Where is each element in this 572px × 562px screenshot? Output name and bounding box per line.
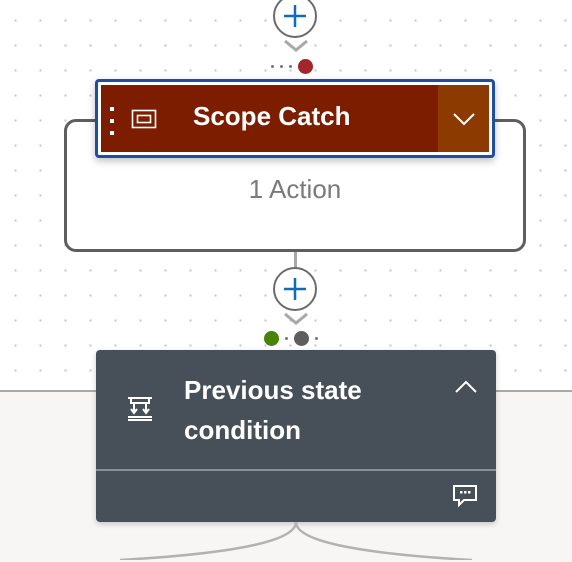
chevron-down-icon [452, 112, 475, 125]
condition-icon [128, 397, 152, 421]
condition-card[interactable]: Previous state condition [96, 350, 496, 522]
scope-action-count: 1 Action [248, 174, 342, 204]
arrow-down-icon [284, 312, 308, 325]
scope-card[interactable]: Scope Catch [95, 79, 495, 158]
add-action-button-middle[interactable] [273, 267, 317, 311]
plus-icon [284, 5, 306, 27]
plus-icon [284, 278, 306, 300]
condition-divider [96, 469, 496, 471]
succeeded-status-dot [264, 331, 279, 346]
condition-title: Previous state condition [184, 375, 362, 445]
run-after-indicator-top [271, 59, 313, 74]
branch-lines [119, 521, 473, 560]
scope-title: Scope Catch [193, 101, 351, 131]
scope-icon [131, 109, 157, 129]
scope-card-header[interactable]: Scope Catch [101, 85, 489, 152]
drag-handle[interactable] [110, 107, 115, 135]
add-action-button-top[interactable] [273, 0, 317, 38]
run-after-indicator-middle [264, 331, 318, 346]
expand-button[interactable] [438, 85, 489, 152]
neutral-status-dot [294, 331, 309, 346]
comment-icon[interactable] [452, 484, 478, 508]
arrow-down-icon [284, 39, 308, 52]
failed-status-dot [298, 59, 313, 74]
chevron-up-icon[interactable] [454, 380, 478, 394]
